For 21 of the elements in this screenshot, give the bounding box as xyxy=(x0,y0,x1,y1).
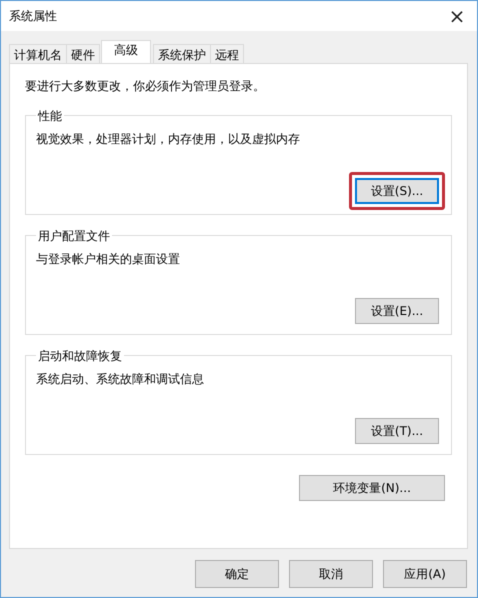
window-title: 系统属性 xyxy=(9,8,57,24)
dialog-button[interactable]: 取消 xyxy=(289,560,373,588)
group-title: 启动和故障恢复 xyxy=(36,348,124,365)
group-description: 与登录帐户相关的桌面设置 xyxy=(36,251,181,268)
environment-variables-button[interactable]: 环境变量(N)... xyxy=(299,475,445,501)
admin-notice: 要进行大多数更改，你必须作为管理员登录。 xyxy=(25,78,266,95)
settings-button[interactable]: 设置(T)... xyxy=(355,418,439,444)
group-description: 系统启动、系统故障和调试信息 xyxy=(36,371,205,388)
tab[interactable]: 硬件 xyxy=(66,44,100,63)
tab[interactable]: 远程 xyxy=(210,44,244,63)
tab[interactable]: 高级 xyxy=(101,40,151,63)
settings-button[interactable]: 设置(E)... xyxy=(355,298,439,324)
group-title: 性能 xyxy=(36,108,64,125)
dialog-button[interactable]: 应用(A) xyxy=(383,560,467,588)
group-description: 视觉效果，处理器计划，内存使用，以及虚拟内存 xyxy=(36,131,301,148)
dialog-button[interactable]: 确定 xyxy=(195,560,279,588)
tab[interactable]: 计算机名 xyxy=(9,44,67,63)
settings-button[interactable]: 设置(S)... xyxy=(355,178,439,204)
close-button[interactable]: × xyxy=(437,1,477,31)
group-title: 用户配置文件 xyxy=(36,228,112,245)
tab[interactable]: 系统保护 xyxy=(153,44,211,63)
